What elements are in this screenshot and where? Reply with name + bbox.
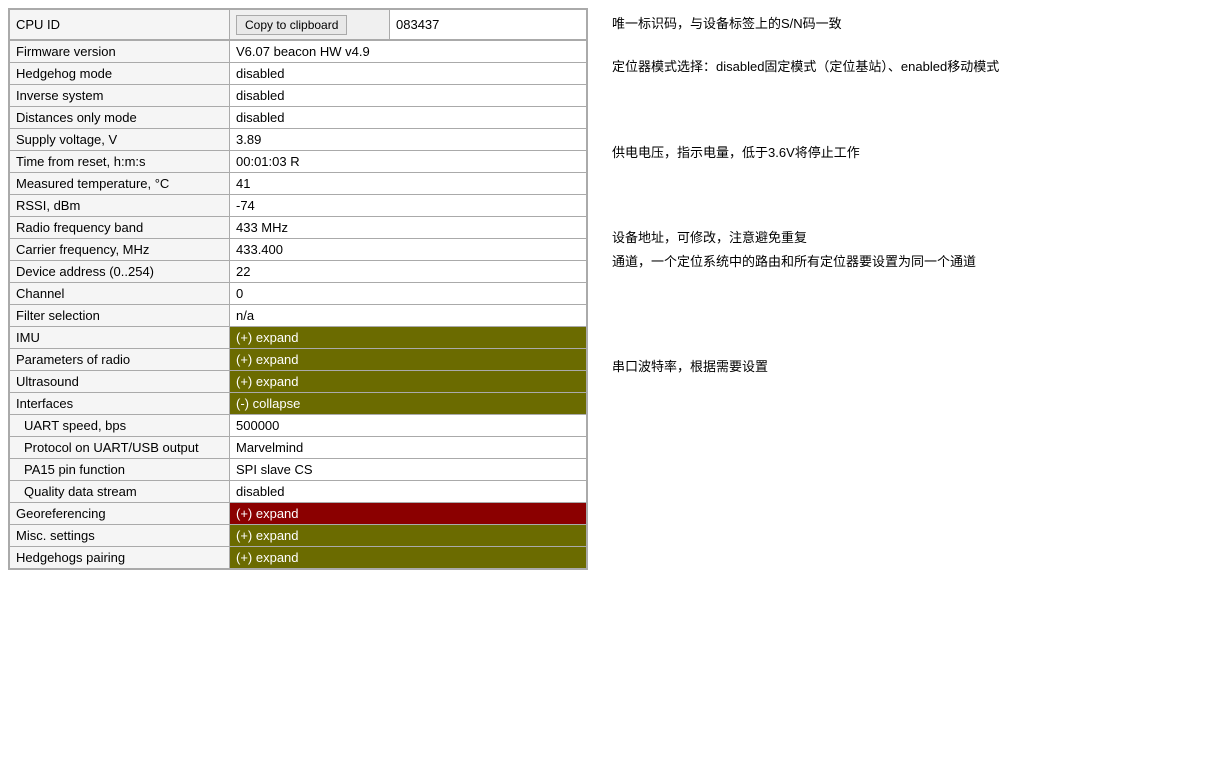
note-6: 串口波特率，根据需要设置 bbox=[612, 355, 1207, 378]
cpu-id-label: CPU ID bbox=[16, 17, 60, 32]
param-label: Time from reset, h:m:s bbox=[10, 151, 230, 173]
header-table: CPU ID Copy to clipboard 083437 bbox=[9, 9, 587, 40]
table-row: Inverse systemdisabled bbox=[10, 85, 587, 107]
table-row: Georeferencing(+) expand bbox=[10, 503, 587, 525]
param-value: n/a bbox=[230, 305, 587, 327]
param-value[interactable]: (+) expand bbox=[230, 327, 587, 349]
param-value: disabled bbox=[230, 107, 587, 129]
param-label: Measured temperature, °C bbox=[10, 173, 230, 195]
param-label: Supply voltage, V bbox=[10, 129, 230, 151]
param-value: 22 bbox=[230, 261, 587, 283]
params-table: Firmware versionV6.07 beacon HW v4.9Hedg… bbox=[9, 40, 587, 569]
param-value: 433 MHz bbox=[230, 217, 587, 239]
main-container: CPU ID Copy to clipboard 083437 Firmware… bbox=[0, 0, 1223, 578]
param-label: IMU bbox=[10, 327, 230, 349]
param-label: RSSI, dBm bbox=[10, 195, 230, 217]
param-value[interactable]: (+) expand bbox=[230, 525, 587, 547]
table-row: Ultrasound(+) expand bbox=[10, 371, 587, 393]
table-row: PA15 pin functionSPI slave CS bbox=[10, 459, 587, 481]
param-label: Hedgehog mode bbox=[10, 63, 230, 85]
note-5: 通道，一个定位系统中的路由和所有定位器要设置为同一个通道 bbox=[612, 250, 1207, 273]
table-row: Channel0 bbox=[10, 283, 587, 305]
param-label: Interfaces bbox=[10, 393, 230, 415]
table-row: Firmware versionV6.07 beacon HW v4.9 bbox=[10, 41, 587, 63]
param-label: Parameters of radio bbox=[10, 349, 230, 371]
spacer-3 bbox=[612, 166, 1207, 226]
table-row: Time from reset, h:m:s00:01:03 R bbox=[10, 151, 587, 173]
copy-button-cell[interactable]: Copy to clipboard bbox=[230, 10, 390, 40]
table-row: Measured temperature, °C41 bbox=[10, 173, 587, 195]
note-3: 供电电压，指示电量，低于3.6V将停止工作 bbox=[612, 141, 1207, 164]
param-value[interactable]: (+) expand bbox=[230, 371, 587, 393]
param-label: Carrier frequency, MHz bbox=[10, 239, 230, 261]
table-row: Device address (0..254)22 bbox=[10, 261, 587, 283]
param-value: SPI slave CS bbox=[230, 459, 587, 481]
param-value[interactable]: (-) collapse bbox=[230, 393, 587, 415]
note-4: 设备地址，可修改，注意避免重复 bbox=[612, 226, 1207, 249]
param-label: Firmware version bbox=[10, 41, 230, 63]
param-label: Device address (0..254) bbox=[10, 261, 230, 283]
param-value[interactable]: (+) expand bbox=[230, 547, 587, 569]
right-panel: 唯一标识码，与设备标签上的S/N码一致 定位器模式选择：disabled固定模式… bbox=[604, 8, 1215, 570]
param-label: Filter selection bbox=[10, 305, 230, 327]
param-value: 433.400 bbox=[230, 239, 587, 261]
param-value: 41 bbox=[230, 173, 587, 195]
param-label: Quality data stream bbox=[10, 481, 230, 503]
param-label: PA15 pin function bbox=[10, 459, 230, 481]
table-row: Interfaces(-) collapse bbox=[10, 393, 587, 415]
param-value: 00:01:03 R bbox=[230, 151, 587, 173]
table-row: Protocol on UART/USB outputMarvelmind bbox=[10, 437, 587, 459]
table-row: UART speed, bps500000 bbox=[10, 415, 587, 437]
table-row: IMU(+) expand bbox=[10, 327, 587, 349]
param-value: 500000 bbox=[230, 415, 587, 437]
param-value: 0 bbox=[230, 283, 587, 305]
table-row: Distances only modedisabled bbox=[10, 107, 587, 129]
param-label: Inverse system bbox=[10, 85, 230, 107]
table-row: Hedgehog modedisabled bbox=[10, 63, 587, 85]
spacer-1 bbox=[612, 37, 1207, 55]
param-value: disabled bbox=[230, 85, 587, 107]
param-value[interactable]: (+) expand bbox=[230, 349, 587, 371]
table-row: Hedgehogs pairing(+) expand bbox=[10, 547, 587, 569]
table-row: Quality data streamdisabled bbox=[10, 481, 587, 503]
param-label: Distances only mode bbox=[10, 107, 230, 129]
param-value: -74 bbox=[230, 195, 587, 217]
table-row: Filter selectionn/a bbox=[10, 305, 587, 327]
copy-to-clipboard-button[interactable]: Copy to clipboard bbox=[236, 15, 347, 35]
param-label: Channel bbox=[10, 283, 230, 305]
param-value: Marvelmind bbox=[230, 437, 587, 459]
left-panel: CPU ID Copy to clipboard 083437 Firmware… bbox=[8, 8, 588, 570]
note-1: 唯一标识码，与设备标签上的S/N码一致 bbox=[612, 12, 1207, 35]
param-value[interactable]: (+) expand bbox=[230, 503, 587, 525]
param-value: disabled bbox=[230, 63, 587, 85]
param-value: V6.07 beacon HW v4.9 bbox=[230, 41, 587, 63]
param-label: Radio frequency band bbox=[10, 217, 230, 239]
cpu-id-value: 083437 bbox=[396, 17, 439, 32]
table-row: Supply voltage, V3.89 bbox=[10, 129, 587, 151]
cpu-id-value-cell: 083437 bbox=[390, 10, 587, 40]
param-value: 3.89 bbox=[230, 129, 587, 151]
note-2: 定位器模式选择：disabled固定模式（定位基站）、enabled移动模式 bbox=[612, 55, 1207, 78]
cpu-id-label-cell: CPU ID bbox=[10, 10, 230, 40]
param-label: Protocol on UART/USB output bbox=[10, 437, 230, 459]
table-row: Radio frequency band433 MHz bbox=[10, 217, 587, 239]
table-row: Carrier frequency, MHz433.400 bbox=[10, 239, 587, 261]
table-row: Misc. settings(+) expand bbox=[10, 525, 587, 547]
header-row: CPU ID Copy to clipboard 083437 bbox=[10, 10, 587, 40]
spacer-4 bbox=[612, 275, 1207, 355]
param-label: UART speed, bps bbox=[10, 415, 230, 437]
param-label: Hedgehogs pairing bbox=[10, 547, 230, 569]
param-label: Georeferencing bbox=[10, 503, 230, 525]
spacer-2 bbox=[612, 81, 1207, 141]
param-value: disabled bbox=[230, 481, 587, 503]
table-row: RSSI, dBm-74 bbox=[10, 195, 587, 217]
param-label: Ultrasound bbox=[10, 371, 230, 393]
param-label: Misc. settings bbox=[10, 525, 230, 547]
table-row: Parameters of radio(+) expand bbox=[10, 349, 587, 371]
